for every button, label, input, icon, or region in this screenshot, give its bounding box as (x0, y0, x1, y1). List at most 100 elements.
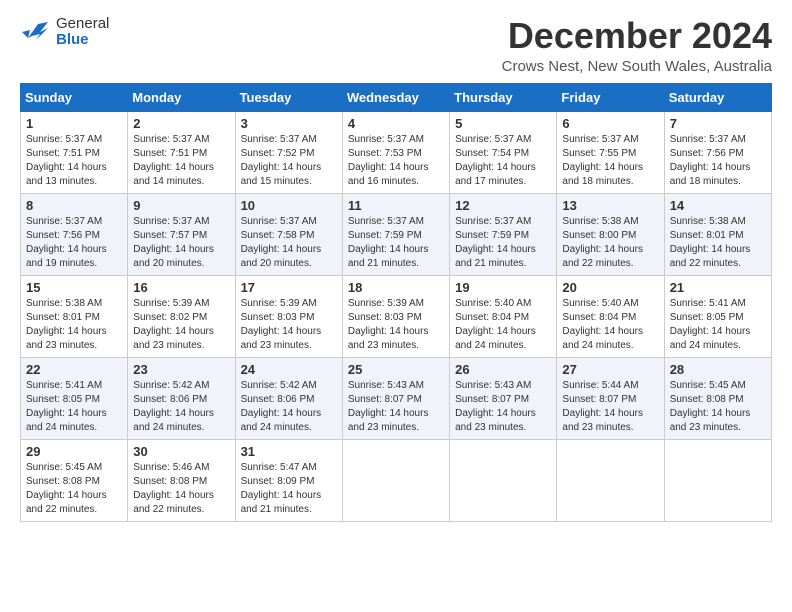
day-info: Sunrise: 5:37 AM Sunset: 7:52 PM Dayligh… (241, 133, 337, 189)
day-info: Sunrise: 5:37 AM Sunset: 7:59 PM Dayligh… (348, 215, 444, 271)
calendar-cell: 2 Sunrise: 5:37 AM Sunset: 7:51 PM Daylig… (128, 111, 235, 193)
day-number: 26 (455, 362, 551, 377)
calendar-cell: 16Sunrise: 5:39 AM Sunset: 8:02 PM Dayli… (128, 275, 235, 357)
calendar-cell: 14Sunrise: 5:38 AM Sunset: 8:01 PM Dayli… (664, 193, 771, 275)
day-number: 19 (455, 280, 551, 295)
calendar-cell: 18 Sunrise: 5:39 AM Sunset: 8:03 PM Dayli… (342, 275, 449, 357)
day-info: Sunrise: 5:43 AM Sunset: 8:07 PM Dayligh… (455, 379, 551, 435)
title-area: December 2024 Crows Nest, New South Wale… (502, 16, 772, 75)
day-number: 23 (133, 362, 229, 377)
calendar-cell: 5 Sunrise: 5:37 AM Sunset: 7:54 PM Daylig… (450, 111, 557, 193)
day-number: 28 (670, 362, 766, 377)
day-info: Sunrise: 5:46 AM Sunset: 8:08 PM Dayligh… (133, 461, 229, 517)
day-number: 10 (241, 198, 337, 213)
day-header-sunday: Sunday (21, 83, 128, 111)
day-number: 18 (348, 280, 444, 295)
calendar-cell: 15 Sunrise: 5:38 AM Sunset: 8:01 PM Dayli… (21, 275, 128, 357)
calendar-cell: 3Sunrise: 5:37 AM Sunset: 7:52 PM Daylig… (235, 111, 342, 193)
calendar-cell: 24Sunrise: 5:42 AM Sunset: 8:06 PM Dayli… (235, 357, 342, 439)
logo: General Blue (20, 16, 109, 48)
day-number: 30 (133, 444, 229, 459)
day-info: Sunrise: 5:38 AM Sunset: 8:01 PM Dayligh… (26, 297, 122, 353)
calendar-cell: 7 Sunrise: 5:37 AM Sunset: 7:56 PM Daylig… (664, 111, 771, 193)
calendar-cell: 8 Sunrise: 5:37 AM Sunset: 7:56 PM Daylig… (21, 193, 128, 275)
logo-general: General (56, 15, 109, 32)
day-info: Sunrise: 5:40 AM Sunset: 8:04 PM Dayligh… (455, 297, 551, 353)
day-info: Sunrise: 5:44 AM Sunset: 8:07 PM Dayligh… (562, 379, 658, 435)
day-info: Sunrise: 5:43 AM Sunset: 8:07 PM Dayligh… (348, 379, 444, 435)
month-title: December 2024 (502, 16, 772, 56)
day-info: Sunrise: 5:42 AM Sunset: 8:06 PM Dayligh… (133, 379, 229, 435)
calendar-week-row: 1 Sunrise: 5:37 AM Sunset: 7:51 PM Daylig… (21, 111, 772, 193)
calendar-week-row: 29 Sunrise: 5:45 AM Sunset: 8:08 PM Dayli… (21, 439, 772, 521)
calendar: SundayMondayTuesdayWednesdayThursdayFrid… (20, 83, 772, 522)
logo-blue: Blue (56, 31, 89, 48)
day-info: Sunrise: 5:37 AM Sunset: 7:51 PM Dayligh… (133, 133, 229, 189)
day-number: 5 (455, 116, 551, 131)
day-number: 2 (133, 116, 229, 131)
day-info: Sunrise: 5:38 AM Sunset: 8:01 PM Dayligh… (670, 215, 766, 271)
day-info: Sunrise: 5:45 AM Sunset: 8:08 PM Dayligh… (670, 379, 766, 435)
calendar-cell (450, 439, 557, 521)
day-number: 20 (562, 280, 658, 295)
day-number: 13 (562, 198, 658, 213)
day-header-wednesday: Wednesday (342, 83, 449, 111)
day-number: 9 (133, 198, 229, 213)
calendar-cell: 20 Sunrise: 5:40 AM Sunset: 8:04 PM Dayli… (557, 275, 664, 357)
day-header-monday: Monday (128, 83, 235, 111)
calendar-week-row: 22Sunrise: 5:41 AM Sunset: 8:05 PM Dayli… (21, 357, 772, 439)
day-info: Sunrise: 5:37 AM Sunset: 7:56 PM Dayligh… (26, 215, 122, 271)
calendar-cell: 13 Sunrise: 5:38 AM Sunset: 8:00 PM Dayli… (557, 193, 664, 275)
day-info: Sunrise: 5:39 AM Sunset: 8:03 PM Dayligh… (241, 297, 337, 353)
day-info: Sunrise: 5:45 AM Sunset: 8:08 PM Dayligh… (26, 461, 122, 517)
day-header-friday: Friday (557, 83, 664, 111)
day-info: Sunrise: 5:38 AM Sunset: 8:00 PM Dayligh… (562, 215, 658, 271)
calendar-cell: 26 Sunrise: 5:43 AM Sunset: 8:07 PM Dayli… (450, 357, 557, 439)
day-number: 8 (26, 198, 122, 213)
day-number: 21 (670, 280, 766, 295)
day-info: Sunrise: 5:39 AM Sunset: 8:03 PM Dayligh… (348, 297, 444, 353)
location-subtitle: Crows Nest, New South Wales, Australia (502, 58, 772, 75)
calendar-cell: 12 Sunrise: 5:37 AM Sunset: 7:59 PM Dayli… (450, 193, 557, 275)
day-number: 25 (348, 362, 444, 377)
day-number: 15 (26, 280, 122, 295)
day-number: 1 (26, 116, 122, 131)
calendar-cell (557, 439, 664, 521)
calendar-cell: 28 Sunrise: 5:45 AM Sunset: 8:08 PM Dayli… (664, 357, 771, 439)
day-header-thursday: Thursday (450, 83, 557, 111)
calendar-week-row: 8 Sunrise: 5:37 AM Sunset: 7:56 PM Daylig… (21, 193, 772, 275)
day-info: Sunrise: 5:39 AM Sunset: 8:02 PM Dayligh… (133, 297, 229, 353)
day-info: Sunrise: 5:41 AM Sunset: 8:05 PM Dayligh… (670, 297, 766, 353)
day-number: 31 (241, 444, 337, 459)
calendar-cell: 10 Sunrise: 5:37 AM Sunset: 7:58 PM Dayli… (235, 193, 342, 275)
day-number: 17 (241, 280, 337, 295)
day-number: 29 (26, 444, 122, 459)
day-info: Sunrise: 5:41 AM Sunset: 8:05 PM Dayligh… (26, 379, 122, 435)
day-header-tuesday: Tuesday (235, 83, 342, 111)
calendar-cell: 11Sunrise: 5:37 AM Sunset: 7:59 PM Dayli… (342, 193, 449, 275)
calendar-cell: 25 Sunrise: 5:43 AM Sunset: 8:07 PM Dayli… (342, 357, 449, 439)
day-number: 7 (670, 116, 766, 131)
day-info: Sunrise: 5:37 AM Sunset: 7:59 PM Dayligh… (455, 215, 551, 271)
calendar-cell: 31 Sunrise: 5:47 AM Sunset: 8:09 PM Dayli… (235, 439, 342, 521)
day-number: 4 (348, 116, 444, 131)
calendar-cell: 23 Sunrise: 5:42 AM Sunset: 8:06 PM Dayli… (128, 357, 235, 439)
calendar-header-row: SundayMondayTuesdayWednesdayThursdayFrid… (21, 83, 772, 111)
day-number: 12 (455, 198, 551, 213)
day-info: Sunrise: 5:37 AM Sunset: 7:57 PM Dayligh… (133, 215, 229, 271)
calendar-cell: 4Sunrise: 5:37 AM Sunset: 7:53 PM Daylig… (342, 111, 449, 193)
day-info: Sunrise: 5:40 AM Sunset: 8:04 PM Dayligh… (562, 297, 658, 353)
day-info: Sunrise: 5:37 AM Sunset: 7:54 PM Dayligh… (455, 133, 551, 189)
calendar-cell: 17 Sunrise: 5:39 AM Sunset: 8:03 PM Dayli… (235, 275, 342, 357)
day-info: Sunrise: 5:47 AM Sunset: 8:09 PM Dayligh… (241, 461, 337, 517)
day-info: Sunrise: 5:37 AM Sunset: 7:56 PM Dayligh… (670, 133, 766, 189)
calendar-cell: 22Sunrise: 5:41 AM Sunset: 8:05 PM Dayli… (21, 357, 128, 439)
day-info: Sunrise: 5:37 AM Sunset: 7:51 PM Dayligh… (26, 133, 122, 189)
calendar-cell: 9 Sunrise: 5:37 AM Sunset: 7:57 PM Daylig… (128, 193, 235, 275)
day-info: Sunrise: 5:37 AM Sunset: 7:58 PM Dayligh… (241, 215, 337, 271)
calendar-cell: 1 Sunrise: 5:37 AM Sunset: 7:51 PM Daylig… (21, 111, 128, 193)
day-number: 27 (562, 362, 658, 377)
calendar-cell: 6Sunrise: 5:37 AM Sunset: 7:55 PM Daylig… (557, 111, 664, 193)
calendar-cell: 19 Sunrise: 5:40 AM Sunset: 8:04 PM Dayli… (450, 275, 557, 357)
day-number: 24 (241, 362, 337, 377)
